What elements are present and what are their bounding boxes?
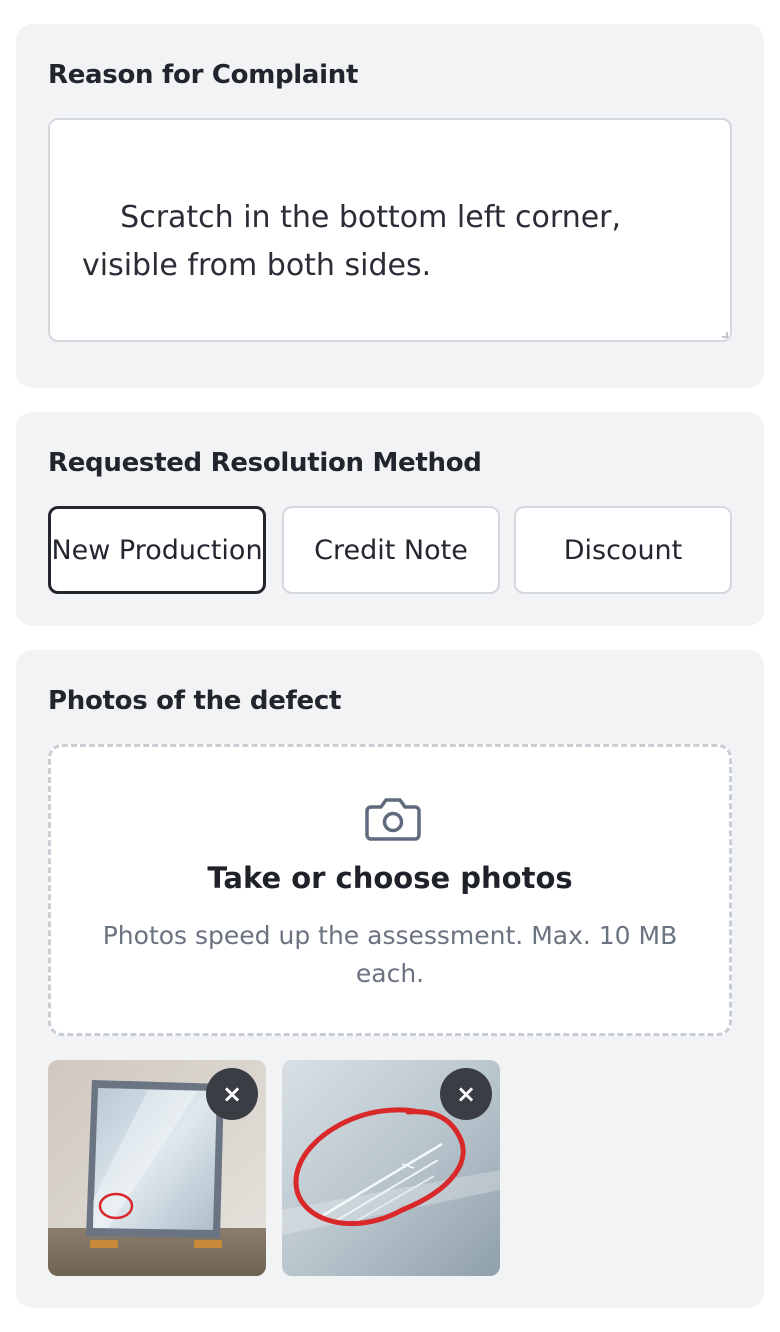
option-new-production[interactable]: New Production bbox=[48, 506, 266, 594]
remove-photo-button[interactable]: × bbox=[206, 1068, 258, 1120]
option-label: New Production bbox=[51, 534, 263, 566]
option-credit-note[interactable]: Credit Note bbox=[282, 506, 500, 594]
photo-thumbnail[interactable]: × bbox=[48, 1060, 266, 1276]
option-label: Discount bbox=[563, 534, 683, 566]
resolution-method-title: Requested Resolution Method bbox=[48, 448, 482, 478]
dropzone-title: Take or choose photos bbox=[207, 861, 573, 895]
complaint-reason-title: Reason for Complaint bbox=[48, 60, 359, 90]
close-icon: × bbox=[455, 1080, 477, 1108]
camera-icon bbox=[365, 798, 421, 841]
dropzone-hint: Photos speed up the assessment. Max. 10 … bbox=[102, 921, 678, 988]
complaint-reason-textarea[interactable]: Scratch in the bottom left corner, visib… bbox=[48, 118, 732, 342]
resolution-method-section: Requested Resolution Method New Producti… bbox=[16, 412, 764, 626]
photo-upload-dropzone[interactable]: Take or choose photos Photos speed up th… bbox=[48, 744, 732, 1036]
photo-thumbnail[interactable]: × bbox=[282, 1060, 500, 1276]
option-discount[interactable]: Discount bbox=[514, 506, 732, 594]
remove-photo-button[interactable]: × bbox=[440, 1068, 492, 1120]
defect-photos-title: Photos of the defect bbox=[48, 686, 342, 716]
complaint-reason-text: Scratch in the bottom left corner, visib… bbox=[82, 200, 631, 283]
complaint-reason-section: Reason for Complaint Scratch in the bott… bbox=[16, 24, 764, 388]
defect-photos-section: Photos of the defect Take or choose phot… bbox=[16, 650, 764, 1308]
option-label: Credit Note bbox=[314, 534, 468, 566]
close-icon: × bbox=[221, 1080, 243, 1108]
resize-handle[interactable] bbox=[722, 332, 728, 338]
